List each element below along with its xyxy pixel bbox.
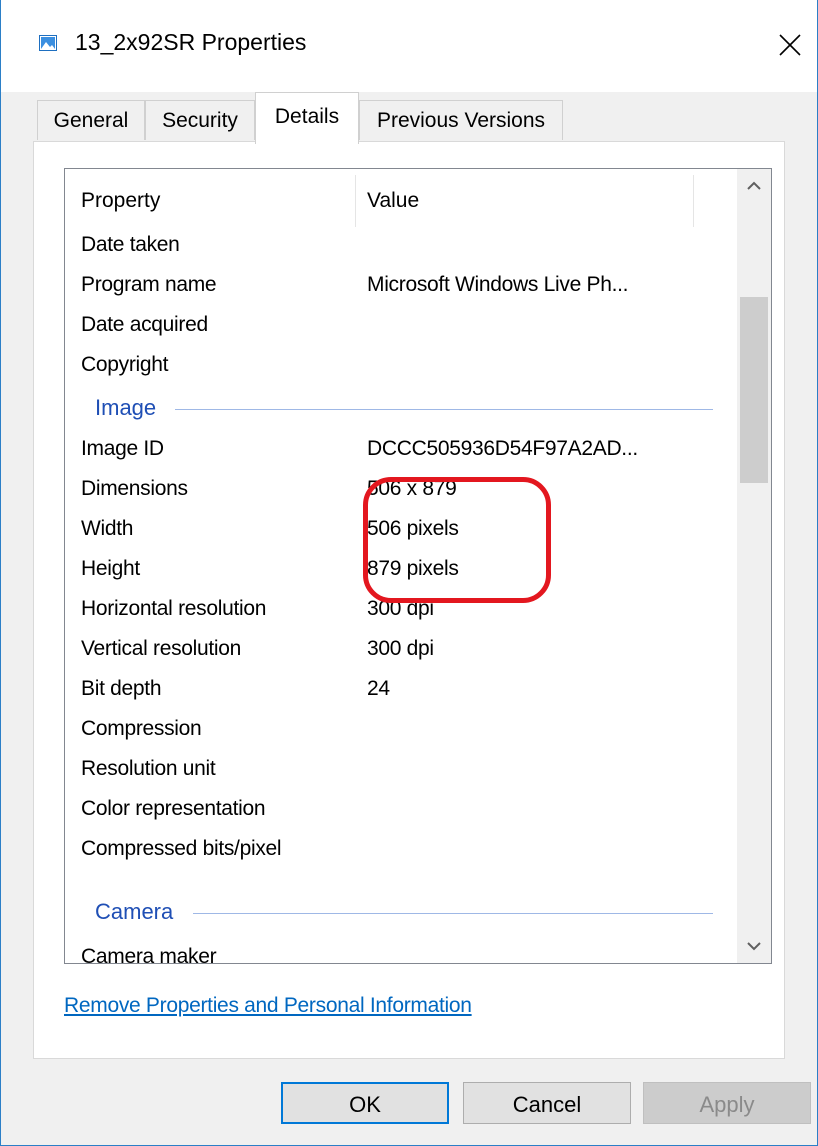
properties-dialog: 13_2x92SR Properties General Security De…	[0, 0, 818, 1146]
property-name: Dimensions	[81, 477, 188, 500]
list-item[interactable]: Bit depth 24	[65, 671, 725, 711]
properties-list[interactable]: Property Value Date taken Program name M…	[64, 168, 772, 964]
property-value: 506 pixels	[367, 517, 459, 540]
tab-previous-versions[interactable]: Previous Versions	[359, 100, 563, 140]
property-name: Horizontal resolution	[81, 597, 267, 620]
list-item[interactable]: Resolution unit	[65, 751, 725, 791]
property-value: 506 x 879	[367, 477, 457, 500]
property-name: Image ID	[81, 437, 164, 460]
list-item[interactable]: Date acquired	[65, 307, 725, 347]
property-name: Camera maker	[81, 945, 217, 964]
list-item[interactable]: Copyright	[65, 347, 725, 387]
property-name: Date taken	[81, 233, 180, 256]
property-name: Width	[81, 517, 134, 540]
list-item[interactable]: Camera maker	[65, 939, 725, 964]
group-divider	[175, 409, 713, 410]
scroll-up-button[interactable]	[737, 169, 771, 203]
image-file-icon	[39, 35, 57, 51]
list-item[interactable]: Date taken	[65, 227, 725, 267]
cancel-button[interactable]: Cancel	[463, 1082, 631, 1124]
scroll-down-button[interactable]	[737, 929, 771, 963]
property-name: Height	[81, 557, 140, 580]
list-item[interactable]: Image ID DCCC505936D54F97A2AD...	[65, 431, 725, 471]
chevron-up-icon	[747, 181, 761, 190]
list-item[interactable]: Program name Microsoft Windows Live Ph..…	[65, 267, 725, 307]
property-name: Resolution unit	[81, 757, 216, 780]
close-icon	[779, 34, 801, 56]
ok-button[interactable]: OK	[281, 1082, 449, 1124]
column-header-property[interactable]: Property	[81, 189, 160, 213]
list-item[interactable]: Color representation	[65, 791, 725, 831]
property-name: Bit depth	[81, 677, 162, 700]
vertical-scrollbar[interactable]	[737, 169, 771, 963]
group-header-camera: Camera	[65, 893, 725, 933]
group-label: Image	[95, 395, 157, 420]
property-value: DCCC505936D54F97A2AD...	[367, 437, 638, 460]
group-divider	[193, 913, 713, 914]
property-value: Microsoft Windows Live Ph...	[367, 273, 629, 296]
tab-general[interactable]: General	[37, 100, 145, 140]
column-header-value[interactable]: Value	[367, 189, 419, 213]
property-name: Compressed bits/pixel	[81, 837, 282, 860]
tab-strip: General Security Details Previous Versio…	[1, 92, 817, 144]
property-name: Vertical resolution	[81, 637, 242, 660]
list-item[interactable]: Height 879 pixels	[65, 551, 725, 591]
scrollbar-thumb[interactable]	[740, 297, 768, 483]
property-value: 300 dpi	[367, 597, 434, 620]
list-item[interactable]: Width 506 pixels	[65, 511, 725, 551]
group-label: Camera	[95, 899, 174, 924]
details-panel: Property Value Date taken Program name M…	[33, 141, 785, 1059]
property-value: 24	[367, 677, 390, 700]
column-divider[interactable]	[693, 175, 694, 227]
chevron-down-icon	[747, 942, 761, 951]
list-item[interactable]: Dimensions 506 x 879	[65, 471, 725, 511]
list-item[interactable]: Horizontal resolution 300 dpi	[65, 591, 725, 631]
remove-properties-link[interactable]: Remove Properties and Personal Informati…	[64, 994, 472, 1018]
title-bar[interactable]: 13_2x92SR Properties	[1, 0, 817, 92]
property-value: 300 dpi	[367, 637, 434, 660]
apply-button[interactable]: Apply	[643, 1082, 811, 1124]
property-name: Compression	[81, 717, 202, 740]
property-value: 879 pixels	[367, 557, 459, 580]
property-name: Color representation	[81, 797, 266, 820]
group-header-image: Image	[65, 389, 725, 429]
list-item[interactable]: Compression	[65, 711, 725, 751]
column-divider[interactable]	[355, 175, 356, 227]
property-name: Copyright	[81, 353, 169, 376]
tab-details[interactable]: Details	[255, 92, 359, 144]
close-button[interactable]	[767, 22, 813, 68]
tab-security[interactable]: Security	[145, 100, 255, 140]
list-item[interactable]: Compressed bits/pixel	[65, 831, 725, 871]
property-name: Program name	[81, 273, 217, 296]
window-title: 13_2x92SR Properties	[75, 29, 307, 55]
list-item[interactable]: Vertical resolution 300 dpi	[65, 631, 725, 671]
property-name: Date acquired	[81, 313, 208, 336]
